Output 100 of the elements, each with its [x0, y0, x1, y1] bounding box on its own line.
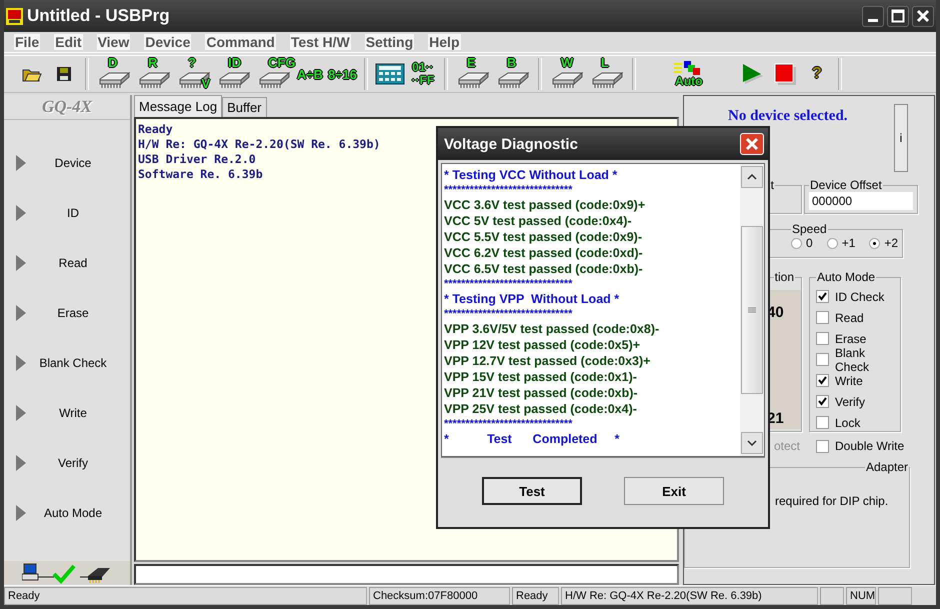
- maximize-button[interactable]: [887, 6, 909, 26]
- output-line: VCC 5V test passed (code:0x4)-: [444, 213, 633, 229]
- auto-mode-checkbox[interactable]: ID Check: [816, 286, 894, 307]
- output-line: VPP 21V test passed (code:0xb)-: [444, 385, 639, 401]
- status-panel: NUM: [846, 587, 876, 605]
- sidebar-item[interactable]: Verify: [4, 438, 130, 488]
- output-line: VPP 15V test passed (code:0x1)-: [444, 369, 638, 385]
- output-line: * Testing VCC Without Load *: [444, 167, 618, 183]
- group-label: tion: [774, 270, 795, 284]
- status-panel: [878, 587, 912, 605]
- minimize-icon: [868, 18, 878, 22]
- close-button[interactable]: [912, 6, 934, 26]
- grip-icon: [748, 307, 756, 313]
- triangle-icon: [16, 305, 26, 321]
- info-button[interactable]: i: [894, 104, 908, 172]
- minimize-button[interactable]: [862, 6, 884, 26]
- log-line: H/W Re: GQ-4X Re-2.20(SW Re. 6.39b): [138, 137, 380, 152]
- triangle-icon: [16, 155, 26, 171]
- log-line: USB Driver Re.2.0: [138, 152, 256, 167]
- output-line: * Testing VPP Without Load *: [444, 291, 620, 307]
- log-line: Software Re. 6.39b: [138, 167, 263, 182]
- menu-item[interactable]: File: [14, 34, 40, 50]
- output-line: VCC 5.5V test passed (code:0x9)-: [444, 229, 643, 245]
- sidebar-item[interactable]: Erase: [4, 288, 130, 338]
- output-line: * Test Completed *: [444, 431, 620, 447]
- auto-mode-checkbox[interactable]: Verify: [816, 391, 894, 412]
- menu-item[interactable]: Setting: [364, 34, 414, 50]
- dialog-button[interactable]: Exit: [624, 477, 724, 505]
- status-panel: Ready: [512, 587, 559, 605]
- menu-item[interactable]: View: [96, 34, 130, 50]
- auto-mode-checkbox[interactable]: Read: [816, 307, 894, 328]
- check-icon: [818, 376, 827, 385]
- auto-mode-checkbox[interactable]: Write: [816, 370, 894, 391]
- triangle-icon: [16, 255, 26, 271]
- output-line: VPP 12.7V test passed (code:0x3)+: [444, 353, 652, 369]
- maximize-icon: [891, 9, 905, 23]
- group-label: Speed: [791, 222, 828, 236]
- status-panel: Ready: [4, 587, 367, 605]
- status-panel: H/W Re: GQ-4X Re-2.20(SW Re. 6.39b): [561, 587, 818, 605]
- app-icon: [6, 8, 23, 24]
- output-line: ******************************: [444, 307, 574, 321]
- dialog-button[interactable]: Test: [482, 477, 582, 505]
- menu-item[interactable]: Help: [428, 34, 460, 50]
- logo: GQ-4X: [4, 95, 130, 120]
- output-line: ******************************: [444, 183, 574, 197]
- check-icon: [818, 397, 827, 406]
- close-icon: [916, 9, 930, 23]
- group-label: t: [770, 178, 775, 192]
- output-line: VPP 12V test passed (code:0x5)+: [444, 337, 642, 353]
- menu-item[interactable]: Device: [144, 34, 192, 50]
- device-offset-field[interactable]: 000000: [809, 192, 913, 210]
- dialog-title: Voltage Diagnostic: [444, 136, 578, 152]
- menu-item[interactable]: Test H/W: [290, 34, 351, 50]
- menu-item[interactable]: Edit: [54, 34, 83, 50]
- window-title: Untitled - USBPrg: [27, 6, 170, 26]
- speed-radio[interactable]: 0: [791, 236, 813, 250]
- scroll-down-icon: [747, 440, 757, 446]
- output-line: VPP 3.6V/5V test passed (code:0x8)-: [444, 321, 660, 337]
- calculator-icon: [374, 63, 405, 85]
- check-icon: [818, 292, 827, 301]
- group-label: Adapter: [865, 460, 910, 474]
- play-icon: [740, 62, 765, 86]
- sidebar-item[interactable]: Device: [4, 138, 130, 188]
- triangle-icon: [16, 205, 26, 221]
- output-line: VCC 6.2V test passed (code:0xd)-: [444, 245, 644, 261]
- close-icon: [744, 136, 760, 152]
- triangle-icon: [16, 505, 26, 521]
- auto-mode-checkbox[interactable]: Lock: [816, 412, 894, 433]
- group-label: Device Offset: [809, 178, 883, 192]
- output-line: ******************************: [444, 277, 574, 291]
- menu-item[interactable]: Command: [205, 34, 276, 50]
- triangle-icon: [16, 405, 26, 421]
- log-line: Ready: [138, 122, 173, 137]
- sidebar-item[interactable]: Blank Check: [4, 338, 130, 388]
- stop-icon: [772, 62, 797, 86]
- output-line: VPP 25V test passed (code:0x4)-: [444, 401, 638, 417]
- input-field[interactable]: [134, 564, 679, 585]
- auto-mode-checkbox[interactable]: Erase: [816, 328, 894, 349]
- device-status: No device selected.: [728, 108, 848, 125]
- scroll-up-icon: [747, 174, 757, 180]
- triangle-icon: [16, 455, 26, 471]
- output-line: VCC 3.6V test passed (code:0x9)+: [444, 197, 646, 213]
- output-line: ******************************: [444, 417, 574, 431]
- group-label: Auto Mode: [816, 270, 876, 284]
- sidebar-item[interactable]: ID: [4, 188, 130, 238]
- adapter-note: required for DIP chip.: [775, 494, 888, 508]
- output-line: VCC 6.5V test passed (code:0xb)-: [444, 261, 644, 277]
- speed-radio[interactable]: +1: [826, 236, 856, 250]
- auto-mode-checkbox[interactable]: Blank Check: [816, 349, 894, 370]
- triangle-icon: [16, 355, 26, 371]
- status-panel: [820, 587, 844, 605]
- scrollbar[interactable]: [740, 164, 764, 456]
- sidebar-item[interactable]: Auto Mode: [4, 488, 130, 538]
- sidebar-item[interactable]: Write: [4, 388, 130, 438]
- status-panel: Checksum:07F80000: [369, 587, 510, 605]
- speed-radio[interactable]: +2: [869, 236, 898, 250]
- double-write-checkbox[interactable]: Double Write: [816, 436, 904, 456]
- tab[interactable]: Message Log: [134, 95, 222, 117]
- sidebar-item[interactable]: Read: [4, 238, 130, 288]
- tab[interactable]: Buffer: [222, 97, 267, 117]
